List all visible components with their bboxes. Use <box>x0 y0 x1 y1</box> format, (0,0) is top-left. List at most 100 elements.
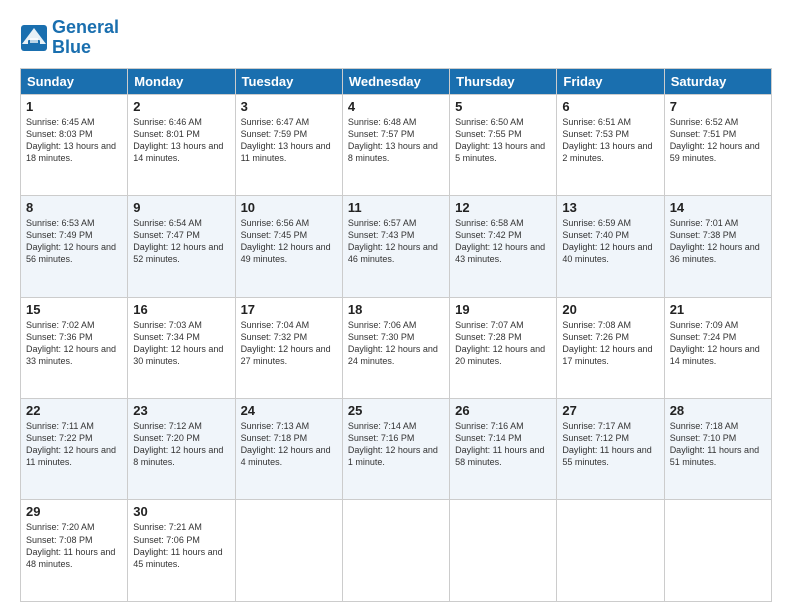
cell-content: Sunrise: 7:17 AM Sunset: 7:12 PM Dayligh… <box>562 420 658 469</box>
day-number: 5 <box>455 99 551 114</box>
calendar-row-4: 22 Sunrise: 7:11 AM Sunset: 7:22 PM Dayl… <box>21 399 772 500</box>
calendar-cell: 17 Sunrise: 7:04 AM Sunset: 7:32 PM Dayl… <box>235 297 342 398</box>
header-cell-thursday: Thursday <box>450 68 557 94</box>
calendar-cell: 13 Sunrise: 6:59 AM Sunset: 7:40 PM Dayl… <box>557 196 664 297</box>
day-number: 7 <box>670 99 766 114</box>
calendar-cell: 5 Sunrise: 6:50 AM Sunset: 7:55 PM Dayli… <box>450 94 557 195</box>
cell-content: Sunrise: 6:59 AM Sunset: 7:40 PM Dayligh… <box>562 217 658 266</box>
calendar-cell <box>557 500 664 602</box>
cell-content: Sunrise: 7:13 AM Sunset: 7:18 PM Dayligh… <box>241 420 337 469</box>
cell-content: Sunrise: 6:46 AM Sunset: 8:01 PM Dayligh… <box>133 116 229 165</box>
calendar-row-2: 8 Sunrise: 6:53 AM Sunset: 7:49 PM Dayli… <box>21 196 772 297</box>
calendar-cell: 18 Sunrise: 7:06 AM Sunset: 7:30 PM Dayl… <box>342 297 449 398</box>
logo-icon <box>20 24 48 52</box>
cell-content: Sunrise: 7:04 AM Sunset: 7:32 PM Dayligh… <box>241 319 337 368</box>
calendar-cell: 10 Sunrise: 6:56 AM Sunset: 7:45 PM Dayl… <box>235 196 342 297</box>
day-number: 16 <box>133 302 229 317</box>
calendar-cell <box>450 500 557 602</box>
calendar-cell: 21 Sunrise: 7:09 AM Sunset: 7:24 PM Dayl… <box>664 297 771 398</box>
cell-content: Sunrise: 7:06 AM Sunset: 7:30 PM Dayligh… <box>348 319 444 368</box>
header-cell-tuesday: Tuesday <box>235 68 342 94</box>
calendar-row-5: 29 Sunrise: 7:20 AM Sunset: 7:08 PM Dayl… <box>21 500 772 602</box>
cell-content: Sunrise: 7:20 AM Sunset: 7:08 PM Dayligh… <box>26 521 122 570</box>
calendar-page: General Blue SundayMondayTuesdayWednesda… <box>0 0 792 612</box>
day-number: 30 <box>133 504 229 519</box>
cell-content: Sunrise: 6:56 AM Sunset: 7:45 PM Dayligh… <box>241 217 337 266</box>
header-cell-wednesday: Wednesday <box>342 68 449 94</box>
calendar-cell: 15 Sunrise: 7:02 AM Sunset: 7:36 PM Dayl… <box>21 297 128 398</box>
day-number: 4 <box>348 99 444 114</box>
day-number: 26 <box>455 403 551 418</box>
header-cell-sunday: Sunday <box>21 68 128 94</box>
day-number: 9 <box>133 200 229 215</box>
cell-content: Sunrise: 6:51 AM Sunset: 7:53 PM Dayligh… <box>562 116 658 165</box>
day-number: 13 <box>562 200 658 215</box>
day-number: 17 <box>241 302 337 317</box>
calendar-cell: 22 Sunrise: 7:11 AM Sunset: 7:22 PM Dayl… <box>21 399 128 500</box>
day-number: 20 <box>562 302 658 317</box>
cell-content: Sunrise: 7:12 AM Sunset: 7:20 PM Dayligh… <box>133 420 229 469</box>
calendar-cell: 1 Sunrise: 6:45 AM Sunset: 8:03 PM Dayli… <box>21 94 128 195</box>
day-number: 19 <box>455 302 551 317</box>
calendar-row-3: 15 Sunrise: 7:02 AM Sunset: 7:36 PM Dayl… <box>21 297 772 398</box>
day-number: 27 <box>562 403 658 418</box>
cell-content: Sunrise: 7:09 AM Sunset: 7:24 PM Dayligh… <box>670 319 766 368</box>
day-number: 6 <box>562 99 658 114</box>
calendar-cell: 25 Sunrise: 7:14 AM Sunset: 7:16 PM Dayl… <box>342 399 449 500</box>
header-cell-monday: Monday <box>128 68 235 94</box>
calendar-cell: 26 Sunrise: 7:16 AM Sunset: 7:14 PM Dayl… <box>450 399 557 500</box>
day-number: 23 <box>133 403 229 418</box>
cell-content: Sunrise: 6:47 AM Sunset: 7:59 PM Dayligh… <box>241 116 337 165</box>
calendar-cell: 12 Sunrise: 6:58 AM Sunset: 7:42 PM Dayl… <box>450 196 557 297</box>
calendar-cell: 24 Sunrise: 7:13 AM Sunset: 7:18 PM Dayl… <box>235 399 342 500</box>
logo-text: General Blue <box>52 18 119 58</box>
calendar-cell: 2 Sunrise: 6:46 AM Sunset: 8:01 PM Dayli… <box>128 94 235 195</box>
calendar-cell: 14 Sunrise: 7:01 AM Sunset: 7:38 PM Dayl… <box>664 196 771 297</box>
day-number: 25 <box>348 403 444 418</box>
calendar-cell: 20 Sunrise: 7:08 AM Sunset: 7:26 PM Dayl… <box>557 297 664 398</box>
day-number: 22 <box>26 403 122 418</box>
cell-content: Sunrise: 7:02 AM Sunset: 7:36 PM Dayligh… <box>26 319 122 368</box>
calendar-cell <box>664 500 771 602</box>
cell-content: Sunrise: 7:08 AM Sunset: 7:26 PM Dayligh… <box>562 319 658 368</box>
day-number: 28 <box>670 403 766 418</box>
cell-content: Sunrise: 7:01 AM Sunset: 7:38 PM Dayligh… <box>670 217 766 266</box>
calendar-cell: 30 Sunrise: 7:21 AM Sunset: 7:06 PM Dayl… <box>128 500 235 602</box>
calendar-cell: 23 Sunrise: 7:12 AM Sunset: 7:20 PM Dayl… <box>128 399 235 500</box>
day-number: 2 <box>133 99 229 114</box>
calendar-cell: 28 Sunrise: 7:18 AM Sunset: 7:10 PM Dayl… <box>664 399 771 500</box>
calendar-table: SundayMondayTuesdayWednesdayThursdayFrid… <box>20 68 772 602</box>
calendar-cell: 19 Sunrise: 7:07 AM Sunset: 7:28 PM Dayl… <box>450 297 557 398</box>
calendar-cell <box>235 500 342 602</box>
cell-content: Sunrise: 6:53 AM Sunset: 7:49 PM Dayligh… <box>26 217 122 266</box>
calendar-cell: 16 Sunrise: 7:03 AM Sunset: 7:34 PM Dayl… <box>128 297 235 398</box>
cell-content: Sunrise: 7:21 AM Sunset: 7:06 PM Dayligh… <box>133 521 229 570</box>
cell-content: Sunrise: 7:03 AM Sunset: 7:34 PM Dayligh… <box>133 319 229 368</box>
day-number: 14 <box>670 200 766 215</box>
day-number: 29 <box>26 504 122 519</box>
day-number: 24 <box>241 403 337 418</box>
logo: General Blue <box>20 18 119 58</box>
top-section: General Blue <box>20 18 772 58</box>
calendar-cell: 9 Sunrise: 6:54 AM Sunset: 7:47 PM Dayli… <box>128 196 235 297</box>
cell-content: Sunrise: 6:48 AM Sunset: 7:57 PM Dayligh… <box>348 116 444 165</box>
cell-content: Sunrise: 6:45 AM Sunset: 8:03 PM Dayligh… <box>26 116 122 165</box>
calendar-cell: 29 Sunrise: 7:20 AM Sunset: 7:08 PM Dayl… <box>21 500 128 602</box>
cell-content: Sunrise: 7:16 AM Sunset: 7:14 PM Dayligh… <box>455 420 551 469</box>
day-number: 11 <box>348 200 444 215</box>
calendar-cell: 8 Sunrise: 6:53 AM Sunset: 7:49 PM Dayli… <box>21 196 128 297</box>
calendar-cell: 11 Sunrise: 6:57 AM Sunset: 7:43 PM Dayl… <box>342 196 449 297</box>
header-cell-friday: Friday <box>557 68 664 94</box>
calendar-cell <box>342 500 449 602</box>
calendar-row-1: 1 Sunrise: 6:45 AM Sunset: 8:03 PM Dayli… <box>21 94 772 195</box>
cell-content: Sunrise: 7:14 AM Sunset: 7:16 PM Dayligh… <box>348 420 444 469</box>
day-number: 21 <box>670 302 766 317</box>
calendar-header-row: SundayMondayTuesdayWednesdayThursdayFrid… <box>21 68 772 94</box>
cell-content: Sunrise: 6:50 AM Sunset: 7:55 PM Dayligh… <box>455 116 551 165</box>
day-number: 15 <box>26 302 122 317</box>
calendar-body: 1 Sunrise: 6:45 AM Sunset: 8:03 PM Dayli… <box>21 94 772 601</box>
day-number: 18 <box>348 302 444 317</box>
calendar-cell: 6 Sunrise: 6:51 AM Sunset: 7:53 PM Dayli… <box>557 94 664 195</box>
calendar-cell: 3 Sunrise: 6:47 AM Sunset: 7:59 PM Dayli… <box>235 94 342 195</box>
calendar-cell: 7 Sunrise: 6:52 AM Sunset: 7:51 PM Dayli… <box>664 94 771 195</box>
